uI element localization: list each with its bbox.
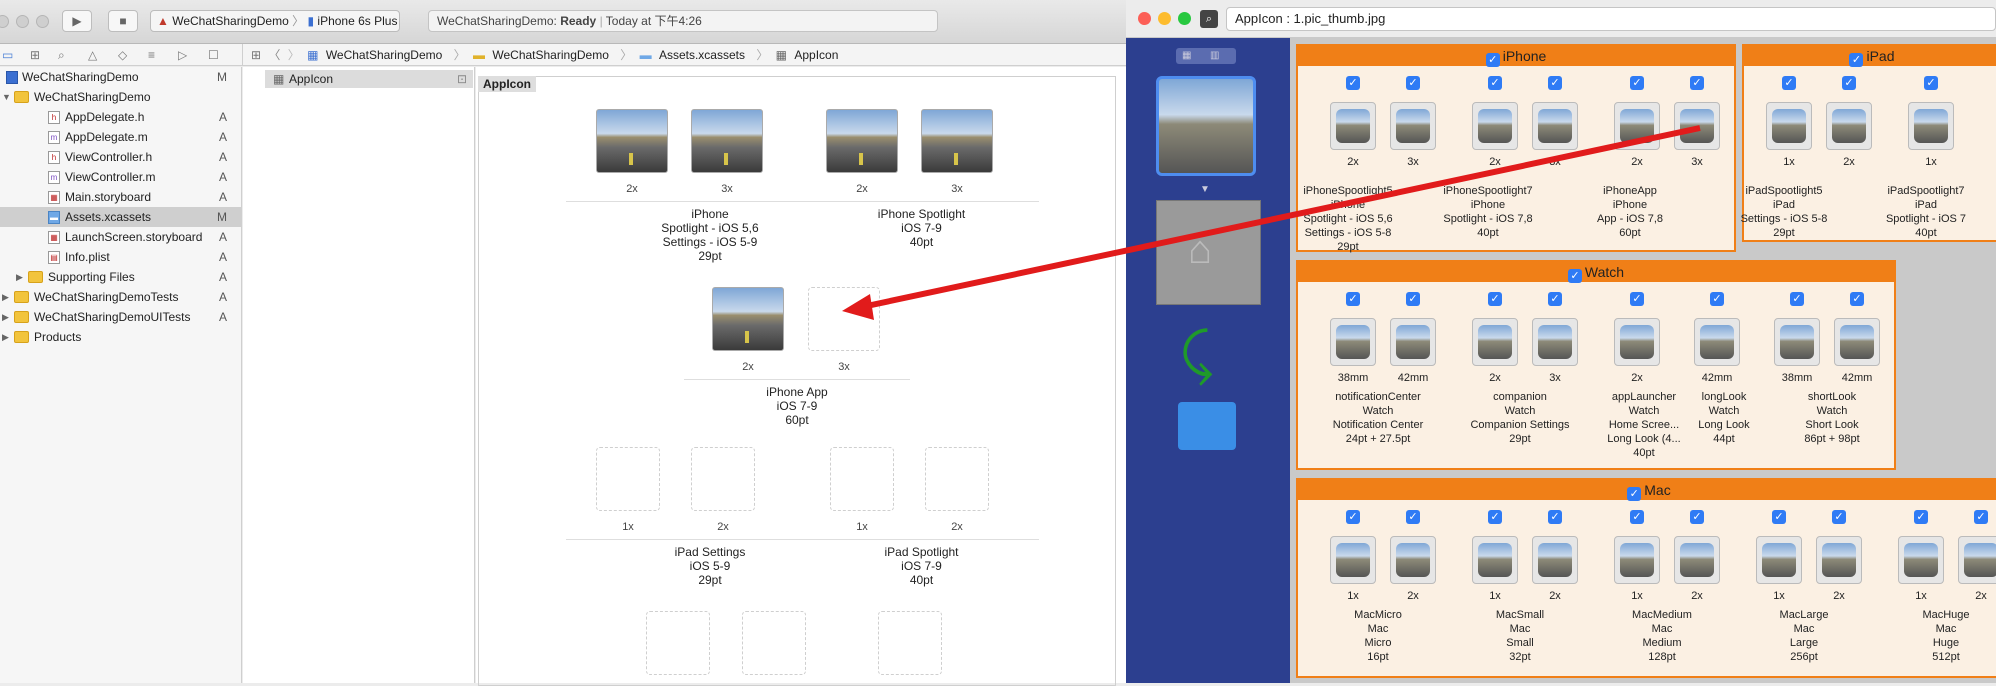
drag-arrow-line: [861, 125, 1701, 310]
drag-arrow: [842, 125, 1701, 320]
drag-arrow-head: [842, 294, 874, 320]
